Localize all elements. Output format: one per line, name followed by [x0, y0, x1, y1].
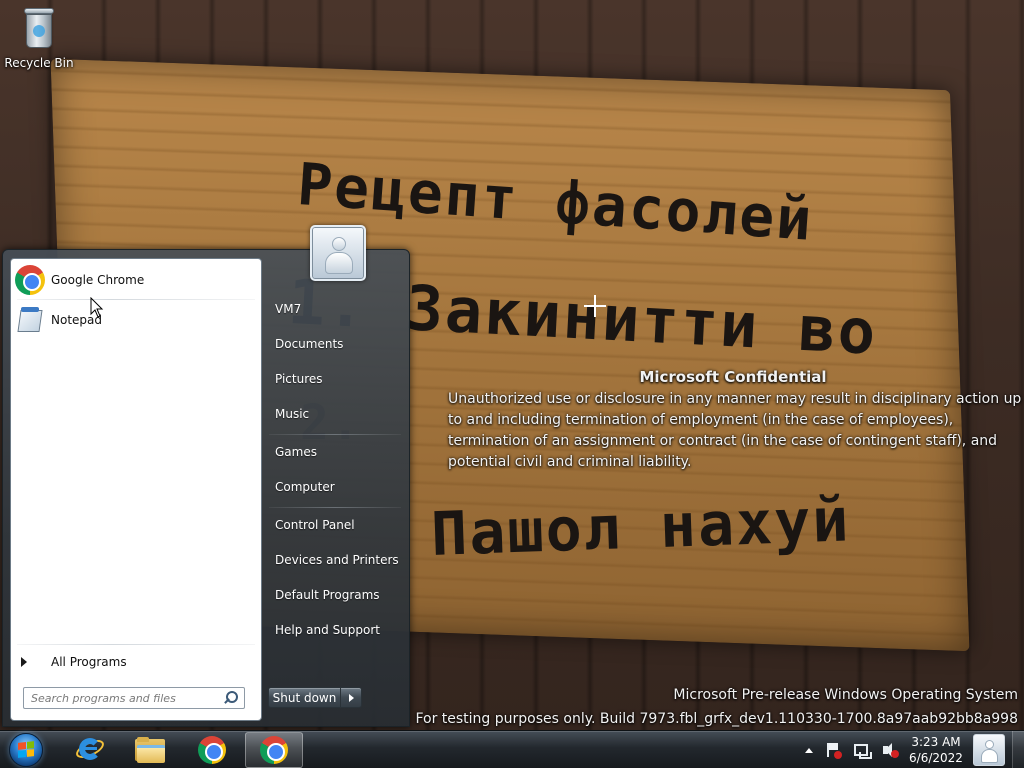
start-link-documents[interactable]: Documents [269, 330, 403, 358]
taskbar-app-chrome-pinned[interactable] [183, 732, 241, 768]
clock-time: 3:23 AM [911, 735, 961, 749]
program-label: Google Chrome [51, 273, 145, 287]
confidential-body: Unauthorized use or disclosure in any ma… [448, 391, 1022, 470]
chrome-icon [260, 736, 288, 764]
shutdown-button-group: Shut down [268, 687, 362, 708]
show-desktop-button[interactable] [1012, 731, 1024, 768]
chrome-icon [15, 265, 45, 295]
separator [17, 644, 255, 645]
start-link-default-programs[interactable]: Default Programs [269, 581, 403, 609]
shutdown-button[interactable]: Shut down [269, 688, 341, 707]
notification-area [800, 731, 904, 768]
start-link-pictures[interactable]: Pictures [269, 365, 403, 393]
start-link-music[interactable]: Music [269, 400, 403, 428]
chrome-icon [198, 736, 226, 764]
crosshair-cursor-icon [584, 295, 606, 317]
start-link-vm7[interactable]: VM7 [269, 295, 403, 323]
build-line: For testing purposes only. Build 7973.fb… [415, 711, 1018, 727]
desktop-icon-label: Recycle Bin [4, 56, 74, 70]
desktop-icon-recycle-bin[interactable]: Recycle Bin [4, 6, 74, 70]
windows-logo-icon [18, 741, 34, 758]
notepad-icon [15, 305, 45, 335]
confidential-notice: Microsoft Confidential Unauthorized use … [448, 368, 1024, 473]
program-notepad[interactable]: Notepad [15, 301, 259, 339]
network-icon[interactable] [852, 741, 873, 759]
start-menu: Google Chrome Notepad All Programs VM7 D… [2, 225, 410, 727]
arrow-right-icon [21, 657, 27, 667]
shutdown-options-button[interactable] [341, 688, 361, 707]
clock-date: 6/6/2022 [909, 751, 963, 765]
taskbar: 3:23 AM 6/6/2022 [0, 730, 1024, 768]
start-link-computer[interactable]: Computer [269, 473, 403, 501]
recycle-bin-icon [22, 6, 56, 50]
separator [269, 434, 401, 435]
taskbar-app-windows-explorer[interactable] [121, 732, 179, 768]
start-link-games[interactable]: Games [269, 438, 403, 466]
action-center-flag-icon[interactable] [824, 741, 842, 759]
user-picture[interactable] [310, 225, 366, 281]
taskbar-app-internet-explorer[interactable] [60, 732, 118, 768]
all-programs-button[interactable]: All Programs [21, 651, 253, 673]
volume-muted-icon[interactable] [881, 741, 899, 759]
separator [17, 299, 255, 300]
system-clock[interactable]: 3:23 AM 6/6/2022 [905, 733, 967, 767]
user-account-icon[interactable] [973, 734, 1005, 766]
taskbar-app-chrome-running[interactable] [245, 732, 303, 768]
separator [269, 507, 401, 508]
search-icon[interactable] [222, 690, 238, 706]
os-line: Microsoft Pre-release Windows Operating … [673, 687, 1018, 703]
arrow-right-icon [348, 693, 354, 702]
confidential-title: Microsoft Confidential [639, 368, 827, 386]
start-search-box[interactable] [23, 687, 245, 709]
start-menu-programs-pane: Google Chrome Notepad All Programs [10, 258, 262, 721]
folder-icon [135, 737, 165, 763]
build-watermark: Microsoft Pre-release Windows Operating … [415, 683, 1018, 731]
start-link-help-and-support[interactable]: Help and Support [269, 616, 403, 644]
start-button[interactable] [4, 732, 48, 768]
show-hidden-icons-arrow-icon[interactable] [805, 747, 814, 753]
start-link-devices-and-printers[interactable]: Devices and Printers [269, 546, 403, 574]
sign-line-4: Пашол нахуй [430, 485, 852, 570]
all-programs-label: All Programs [51, 655, 127, 669]
program-google-chrome[interactable]: Google Chrome [15, 261, 259, 299]
mouse-pointer-icon [90, 297, 104, 318]
internet-explorer-icon [73, 736, 107, 764]
start-link-control-panel[interactable]: Control Panel [269, 511, 403, 539]
search-input[interactable] [24, 688, 220, 708]
